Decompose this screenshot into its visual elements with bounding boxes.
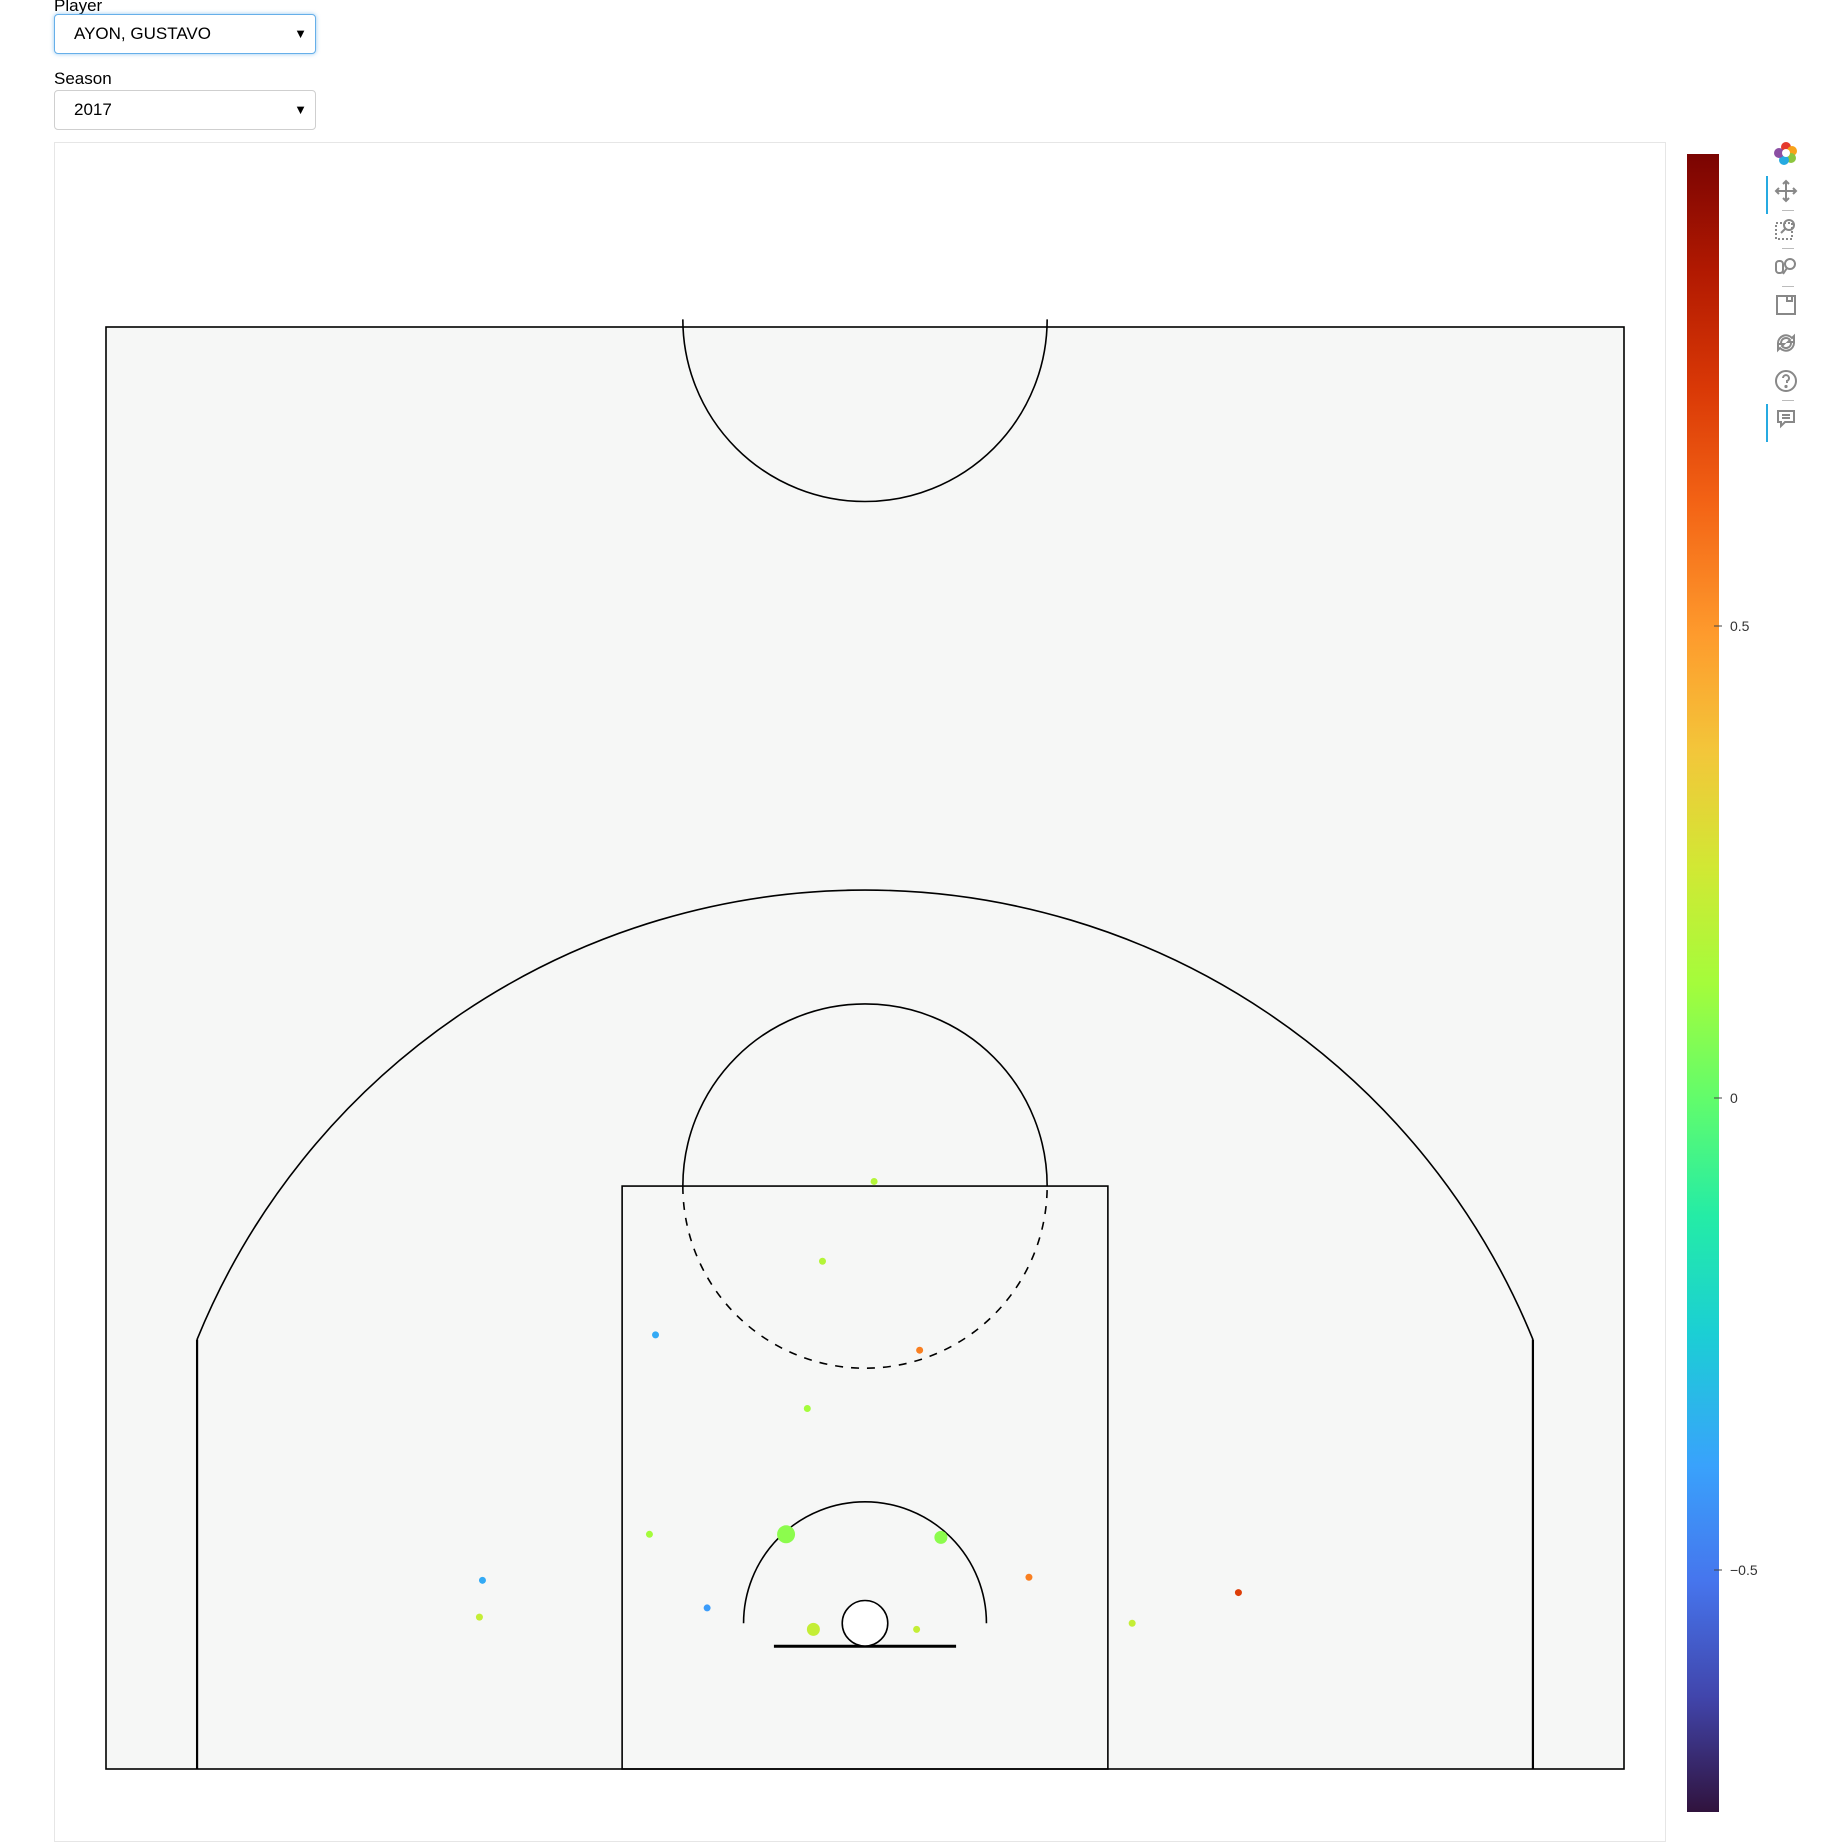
help-icon[interactable] — [1766, 366, 1806, 396]
hover-icon[interactable] — [1766, 404, 1806, 442]
reset-icon[interactable] — [1766, 328, 1806, 358]
colorbar-tick-label-2: −0.5 — [1730, 1562, 1758, 1578]
bokeh-logo-icon[interactable] — [1766, 138, 1806, 168]
colorbar: 0.5 0 −0.5 — [1687, 154, 1758, 1812]
box-zoom-icon[interactable] — [1766, 214, 1806, 244]
colorbar-ticks: 0.5 0 −0.5 — [1714, 618, 1758, 1578]
save-icon[interactable] — [1766, 290, 1806, 320]
colorbar-tick-label-1: 0 — [1730, 1090, 1738, 1106]
colorbar-tick-label-0: 0.5 — [1730, 618, 1750, 634]
pan-icon[interactable] — [1766, 176, 1806, 214]
colorbar-gradient — [1687, 154, 1719, 1812]
wheel-zoom-icon[interactable] — [1766, 252, 1806, 282]
